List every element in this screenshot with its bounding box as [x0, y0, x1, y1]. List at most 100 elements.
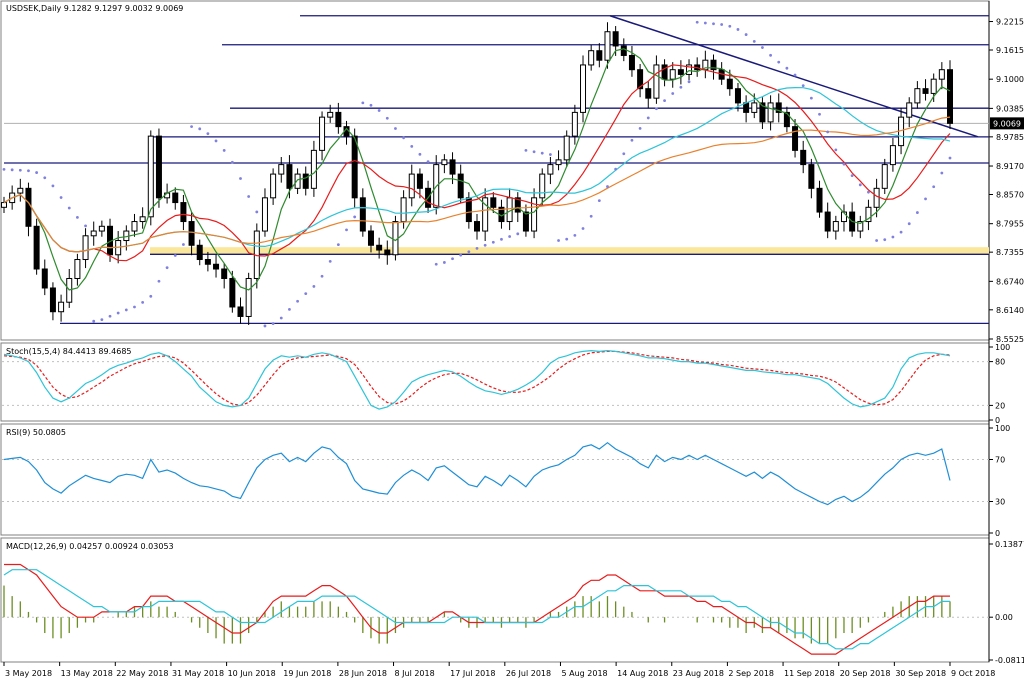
candle-body: [947, 69, 953, 124]
candle-body: [261, 197, 268, 232]
psar-dot: [483, 243, 487, 247]
macd-panel-frame: [0, 537, 990, 663]
rsi-panel-frame: [0, 423, 990, 536]
candle-body: [335, 111, 342, 128]
macd-tick-label: -0.08114: [995, 656, 1024, 665]
psar-dot: [932, 185, 936, 189]
candle-body: [441, 159, 448, 166]
candle-body: [767, 102, 774, 123]
psar-dot: [736, 28, 740, 31]
candle-body: [792, 126, 799, 151]
candle-body: [669, 69, 676, 80]
psar-dot: [230, 160, 234, 164]
candle-body: [734, 88, 741, 104]
candle-body: [74, 259, 81, 279]
psar-dot: [263, 324, 267, 328]
psar-dot: [206, 132, 210, 136]
stoch-layer: 10080200: [2, 343, 1010, 425]
candle-body: [359, 197, 366, 232]
time-tick-label: 23 Aug 2018: [673, 669, 724, 678]
psar-dot: [581, 227, 585, 230]
candle-body: [384, 249, 391, 256]
candle-body: [58, 301, 65, 313]
psar-dot: [451, 257, 454, 261]
price-tick-label: 9.2215: [996, 18, 1024, 27]
price-tick-label: 8.7955: [996, 220, 1024, 229]
main-header: USDSEK,Daily 9.1282 9.1297 9.0032 9.0069: [6, 4, 183, 13]
psar-dot: [369, 103, 373, 107]
candle-body: [41, 268, 48, 289]
candle-body: [751, 102, 758, 113]
macd-tick-label: 0.00: [995, 613, 1013, 622]
rsi-tick-label: 70: [995, 456, 1005, 465]
psar-dot: [239, 177, 242, 180]
psar-dot: [655, 107, 658, 111]
psar-dot: [687, 80, 691, 84]
psar-dot: [198, 127, 202, 131]
psar-dot: [891, 235, 895, 239]
psar-dot: [100, 318, 104, 321]
psar-dot: [867, 190, 870, 194]
candle-body: [881, 164, 888, 189]
candle-body: [204, 259, 211, 265]
macd-layer: 0.13877 0.00 -0.08114: [2, 540, 1024, 665]
candle-body: [131, 221, 138, 232]
psar-dot: [834, 148, 838, 152]
psar-dot: [459, 253, 463, 257]
candle-body: [278, 164, 285, 175]
psar-dot: [606, 185, 609, 188]
psar-dot: [508, 235, 512, 238]
psar-dot: [638, 126, 642, 130]
psar-dot: [532, 150, 536, 154]
psar-dot: [59, 196, 63, 199]
candle-body: [49, 287, 56, 313]
candle-body: [400, 197, 407, 223]
psar-dot: [75, 215, 79, 219]
candle-body: [82, 235, 89, 261]
psar-dot: [402, 136, 406, 140]
candle-body: [522, 211, 529, 232]
price-tick-label: 8.9170: [996, 162, 1024, 171]
price-tick-label: 8.8570: [996, 190, 1024, 199]
current-price-label: 9.0069: [993, 119, 1021, 128]
psar-dot: [809, 96, 813, 100]
candle-body: [474, 221, 480, 232]
candle-body: [1, 202, 7, 208]
psar-dot: [703, 21, 707, 25]
psar-dot: [442, 261, 446, 264]
psar-dot: [671, 92, 675, 95]
psar-dot: [500, 237, 503, 241]
candle-body: [620, 45, 627, 56]
psar-dot: [377, 109, 381, 112]
psar-dot: [108, 314, 112, 318]
psar-dot: [712, 22, 715, 26]
time-tick-label: 5 Aug 2018: [561, 669, 607, 678]
psar-dot: [557, 239, 560, 242]
time-tick-label: 31 May 2018: [172, 669, 224, 678]
candle-body: [743, 102, 750, 113]
candle-body: [237, 306, 244, 317]
candle-body: [726, 78, 733, 90]
price-tick-label: 8.9785: [996, 133, 1024, 142]
candle-body: [563, 135, 570, 161]
psar-dot: [524, 148, 528, 152]
macd-header: MACD(12,26,9) 0.04257 0.00924 0.03053: [6, 542, 174, 551]
price-tick-label: 8.6740: [996, 277, 1024, 286]
price-tick-label: 9.1615: [996, 46, 1024, 55]
psar-dot: [630, 138, 634, 142]
price-tick-label: 8.6140: [996, 306, 1024, 315]
time-tick-label: 3 May 2018: [5, 669, 52, 678]
candle-body: [319, 116, 326, 151]
psar-dot: [940, 171, 944, 175]
psar-dot: [271, 322, 275, 325]
candle-body: [580, 64, 587, 113]
psar-dot: [149, 294, 153, 298]
candle-body: [555, 159, 562, 166]
time-tick-label: 9 Oct 2018: [951, 669, 995, 678]
psar-dot: [769, 53, 772, 57]
candle-body: [938, 69, 945, 80]
psar-dot: [850, 174, 854, 178]
candle-body: [539, 173, 546, 199]
candle-body: [889, 145, 896, 166]
psar-dot: [679, 85, 683, 89]
